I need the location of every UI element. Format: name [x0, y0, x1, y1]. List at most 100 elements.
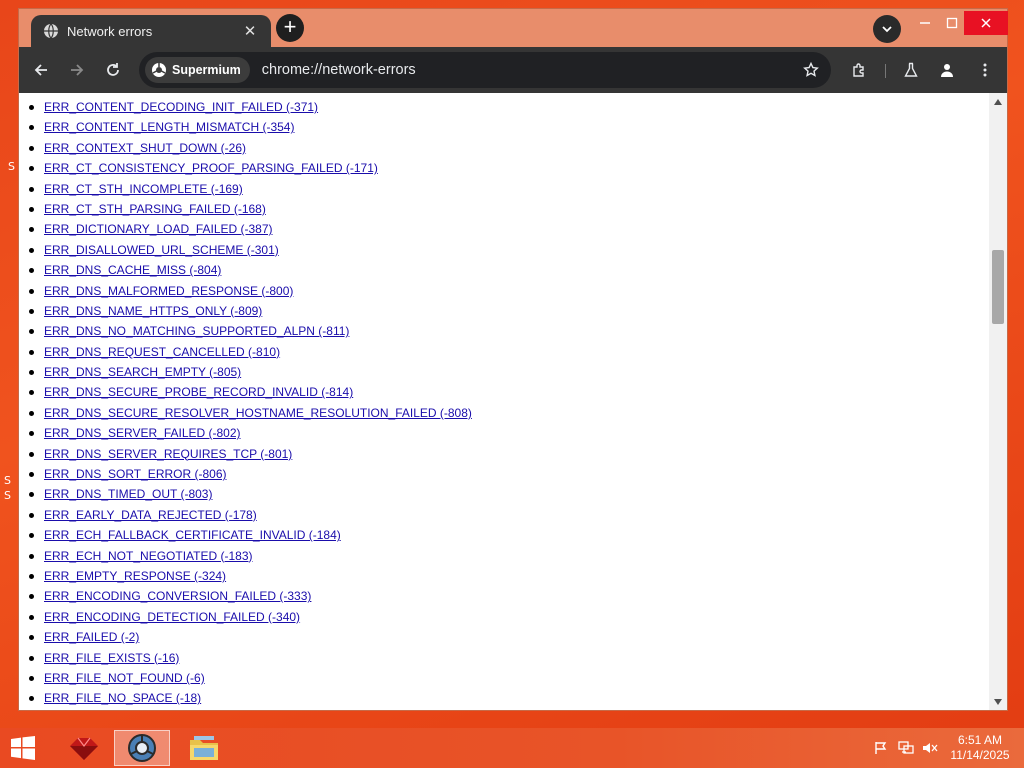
vertical-scrollbar[interactable]: [989, 93, 1007, 710]
error-link[interactable]: ERR_ECH_FALLBACK_CERTIFICATE_INVALID (-1…: [44, 528, 341, 542]
error-link[interactable]: ERR_CONTENT_DECODING_INIT_FAILED (-371): [44, 100, 318, 114]
error-link[interactable]: ERR_DNS_TIMED_OUT (-803): [44, 487, 212, 501]
list-item: ERR_DNS_TIMED_OUT (-803): [19, 484, 989, 504]
list-item: ERR_DNS_SORT_ERROR (-806): [19, 464, 989, 484]
system-clock[interactable]: 6:51 AM 11/14/2025: [940, 733, 1020, 763]
error-link[interactable]: ERR_DNS_SERVER_FAILED (-802): [44, 426, 241, 440]
error-link[interactable]: ERR_DICTIONARY_LOAD_FAILED (-387): [44, 222, 273, 236]
scroll-down-arrow-icon[interactable]: [993, 697, 1003, 707]
bullet: [29, 125, 34, 131]
desktop-glyph: S: [4, 474, 11, 487]
error-link[interactable]: ERR_CT_STH_INCOMPLETE (-169): [44, 182, 243, 196]
bullet: [29, 329, 34, 335]
flask-icon: [903, 62, 919, 78]
error-link[interactable]: ERR_DNS_SEARCH_EMPTY (-805): [44, 365, 241, 379]
address-bar[interactable]: Supermium chrome://network-errors: [139, 52, 831, 88]
forward-button[interactable]: [63, 56, 91, 84]
error-link[interactable]: ERR_DNS_SORT_ERROR (-806): [44, 467, 227, 481]
bullet: [29, 696, 34, 702]
error-link[interactable]: ERR_DNS_SECURE_PROBE_RECORD_INVALID (-81…: [44, 385, 353, 399]
error-link[interactable]: ERR_FILE_EXISTS (-16): [44, 651, 179, 665]
list-item: ERR_CONTENT_LENGTH_MISMATCH (-354): [19, 117, 989, 137]
close-window-button[interactable]: [964, 11, 1008, 35]
list-item: ERR_DNS_SEARCH_EMPTY (-805): [19, 362, 989, 382]
error-link[interactable]: ERR_DNS_CACHE_MISS (-804): [44, 263, 221, 277]
list-item: ERR_CT_STH_INCOMPLETE (-169): [19, 179, 989, 199]
reload-button[interactable]: [99, 56, 127, 84]
url-text[interactable]: chrome://network-errors: [262, 62, 797, 78]
error-link[interactable]: ERR_ENCODING_DETECTION_FAILED (-340): [44, 610, 300, 624]
bullet: [29, 614, 34, 620]
list-item: ERR_EMPTY_RESPONSE (-324): [19, 566, 989, 586]
error-link[interactable]: ERR_DISALLOWED_URL_SCHEME (-301): [44, 243, 279, 257]
list-item: ERR_DNS_NAME_HTTPS_ONLY (-809): [19, 301, 989, 321]
error-link[interactable]: ERR_DNS_SERVER_REQUIRES_TCP (-801): [44, 447, 292, 461]
site-info-chip[interactable]: Supermium: [145, 57, 250, 83]
bullet: [29, 105, 34, 110]
list-item: ERR_DICTIONARY_LOAD_FAILED (-387): [19, 219, 989, 239]
error-link[interactable]: ERR_DNS_SECURE_RESOLVER_HOSTNAME_RESOLUT…: [44, 406, 472, 420]
error-link[interactable]: ERR_CONTEXT_SHUT_DOWN (-26): [44, 141, 246, 155]
error-link[interactable]: ERR_FAILED (-2): [44, 630, 139, 644]
network-icon[interactable]: [898, 740, 914, 756]
error-link[interactable]: ERR_DNS_NAME_HTTPS_ONLY (-809): [44, 304, 262, 318]
volume-muted-icon[interactable]: [922, 740, 938, 756]
clock-date: 11/14/2025: [950, 748, 1010, 762]
bullet: [29, 533, 34, 539]
scrollbar-thumb[interactable]: [992, 250, 1004, 324]
error-link[interactable]: ERR_CT_CONSISTENCY_PROOF_PARSING_FAILED …: [44, 161, 378, 175]
error-link[interactable]: ERR_EARLY_DATA_REJECTED (-178): [44, 508, 257, 522]
tab-close-icon[interactable]: ✕: [241, 22, 259, 40]
bullet: [29, 573, 34, 579]
list-item: ERR_DNS_CACHE_MISS (-804): [19, 260, 989, 280]
list-item: ERR_FILE_NOT_FOUND (-6): [19, 668, 989, 688]
error-link[interactable]: ERR_CT_STH_PARSING_FAILED (-168): [44, 202, 266, 216]
list-item: ERR_DNS_SECURE_PROBE_RECORD_INVALID (-81…: [19, 382, 989, 402]
minimize-icon: [919, 17, 931, 29]
maximize-button[interactable]: [937, 11, 967, 35]
bullet: [29, 227, 34, 233]
taskbar-app-ruby[interactable]: [56, 730, 112, 766]
back-button[interactable]: [27, 56, 55, 84]
person-icon: [939, 62, 955, 78]
list-item: ERR_CONTENT_DECODING_INIT_FAILED (-371): [19, 97, 989, 117]
list-item: ERR_DNS_MALFORMED_RESPONSE (-800): [19, 281, 989, 301]
list-item: ERR_ECH_NOT_NEGOTIATED (-183): [19, 546, 989, 566]
error-link[interactable]: ERR_DNS_MALFORMED_RESPONSE (-800): [44, 284, 293, 298]
bullet: [29, 308, 34, 314]
list-item: ERR_FILE_NO_SPACE (-18): [19, 688, 989, 708]
supermium-logo-icon: [151, 62, 167, 78]
start-button[interactable]: [6, 734, 40, 762]
error-link[interactable]: ERR_ENCODING_CONVERSION_FAILED (-333): [44, 589, 311, 603]
error-link[interactable]: ERR_CONTENT_LENGTH_MISMATCH (-354): [44, 120, 294, 134]
new-tab-button[interactable]: +: [276, 14, 304, 42]
tab-title: Network errors: [67, 23, 153, 39]
error-link[interactable]: ERR_FILE_NOT_FOUND (-6): [44, 671, 205, 685]
windows-logo-icon: [10, 735, 36, 761]
bullet: [29, 349, 34, 355]
profile-button[interactable]: [933, 56, 961, 84]
error-link[interactable]: ERR_ECH_NOT_NEGOTIATED (-183): [44, 549, 252, 563]
error-link[interactable]: ERR_EMPTY_RESPONSE (-324): [44, 569, 226, 583]
bookmark-button[interactable]: [797, 56, 825, 84]
tab-search-button[interactable]: [873, 15, 901, 43]
bullet: [29, 145, 34, 151]
taskbar-app-browser[interactable]: [114, 730, 170, 766]
error-link[interactable]: ERR_DNS_REQUEST_CANCELLED (-810): [44, 345, 280, 359]
chevron-down-icon: [881, 23, 893, 35]
taskbar-app-explorer[interactable]: [176, 730, 232, 766]
labs-button[interactable]: [897, 56, 925, 84]
tab-network-errors[interactable]: Network errors ✕: [31, 15, 271, 47]
scroll-up-arrow-icon[interactable]: [993, 97, 1003, 107]
action-center-flag-icon[interactable]: [873, 740, 889, 756]
error-link[interactable]: ERR_FILE_NO_SPACE (-18): [44, 691, 201, 705]
menu-button[interactable]: [971, 56, 999, 84]
ruby-app-icon: [66, 734, 102, 762]
desktop-glyph: S: [8, 160, 15, 173]
close-icon: [980, 17, 992, 29]
error-link[interactable]: ERR_DNS_NO_MATCHING_SUPPORTED_ALPN (-811…: [44, 324, 349, 338]
bullet: [29, 247, 34, 253]
minimize-button[interactable]: [910, 11, 940, 35]
clock-time: 6:51 AM: [957, 733, 1003, 747]
extensions-button[interactable]: [845, 56, 873, 84]
